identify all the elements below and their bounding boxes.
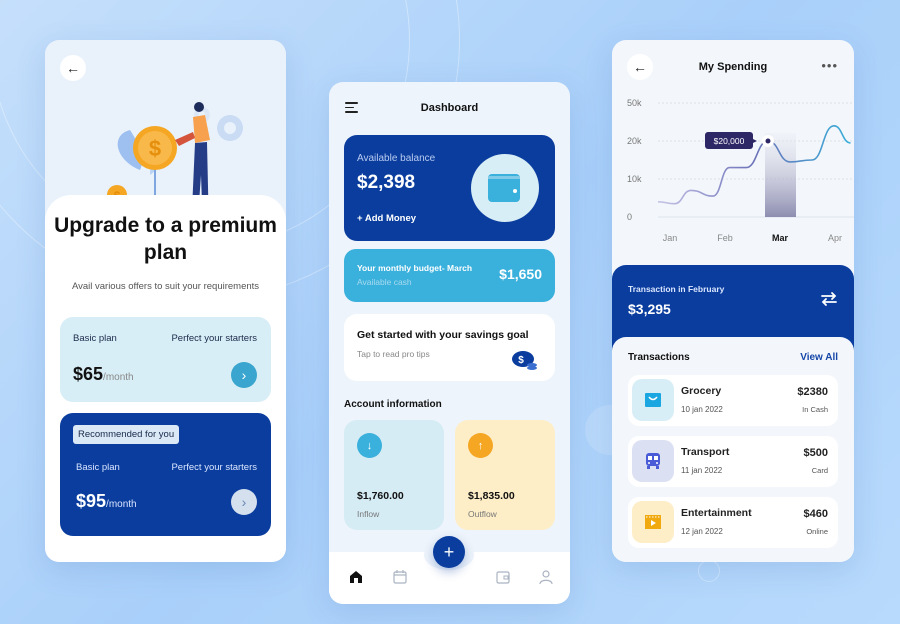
page-title: Dashboard <box>420 102 479 114</box>
plan-sheet: Upgrade to a premium plan Avail various … <box>45 195 286 562</box>
arrow-left-icon: ← <box>66 60 80 76</box>
svg-text:$: $ <box>149 136 161 161</box>
piggy-bank-icon: $ <box>512 351 537 370</box>
x-tick-label: Jan <box>663 233 678 243</box>
swap-icon[interactable] <box>820 290 838 308</box>
plan-card-recommended[interactable]: Recommended for you Basic plan Perfect y… <box>60 413 271 536</box>
x-tick-label: Feb <box>717 233 733 243</box>
y-tick-label: 20k <box>627 136 642 146</box>
y-tick-label: 50k <box>627 98 642 108</box>
balance-card[interactable]: Available balance $2,398 + Add Money <box>344 135 555 241</box>
page-title: Upgrade to a premium plan <box>54 214 277 264</box>
balance-value: $2,398 <box>357 172 416 193</box>
svg-text:$: $ <box>518 355 524 366</box>
transaction-method: In Cash <box>802 405 828 414</box>
page-subtitle: Avail various offers to suit your requir… <box>71 281 260 292</box>
savings-goal-card[interactable]: Get started with your savings goal Tap t… <box>344 314 555 381</box>
spending-chart: 0 10k 20k 50k Jan Feb Mar Apr $20,000 <box>627 98 854 243</box>
plus-icon: + <box>357 213 365 224</box>
recommended-badge: Recommended for you <box>73 425 180 444</box>
transaction-method: Online <box>806 527 828 536</box>
x-tick-label: Apr <box>828 233 842 243</box>
transaction-row[interactable]: Entertainment 12 jan 2022 $460 Online <box>628 497 838 548</box>
summary-value: $3,295 <box>628 301 671 317</box>
upgrade-plan-screen: ← $ $ Upgrade to a premium plan Avail va… <box>45 40 286 562</box>
dashboard-screen: Dashboard Available balance $2,398 + Add… <box>329 82 570 604</box>
outflow-card[interactable]: ↑ $1,835.00 Outflow <box>455 420 555 530</box>
transaction-name: Entertainment <box>681 507 752 519</box>
chevron-right-icon: › <box>241 367 247 383</box>
transaction-row[interactable]: Transport 11 jan 2022 $500 Card <box>628 436 838 487</box>
inflow-card[interactable]: ↓ $1,760.00 Inflow <box>344 420 444 530</box>
plan-name: Basic plan <box>76 462 120 473</box>
arrow-down-icon: ↓ <box>357 433 382 458</box>
transaction-method: Card <box>811 466 828 475</box>
add-money-button[interactable]: + Add Money <box>357 213 416 224</box>
transaction-name: Grocery <box>681 385 722 397</box>
inflow-label: Inflow <box>357 509 380 519</box>
transaction-amount: $2380 <box>797 386 828 398</box>
transaction-name: Transport <box>681 446 730 458</box>
section-title: Transactions <box>628 352 690 363</box>
wallet-icon <box>471 154 539 222</box>
home-icon[interactable] <box>348 569 364 585</box>
section-title: Account information <box>344 399 442 410</box>
y-tick-label: 10k <box>627 174 642 184</box>
transaction-date: 11 jan 2022 <box>681 466 723 475</box>
gear-icon <box>217 115 243 141</box>
inflow-value: $1,760.00 <box>357 490 404 502</box>
plan-price: $65/month <box>73 364 134 384</box>
select-plan-button[interactable]: › <box>231 489 257 515</box>
balance-label: Available balance <box>357 153 436 164</box>
y-tick-label: 0 <box>627 212 632 222</box>
outflow-value: $1,835.00 <box>468 490 515 502</box>
more-options-icon[interactable]: ••• <box>821 58 838 73</box>
arrow-up-icon: ↑ <box>468 433 493 458</box>
budget-subtitle: Available cash <box>357 277 412 287</box>
transaction-row[interactable]: Grocery 10 jan 2022 $2380 In Cash <box>628 375 838 426</box>
transaction-date: 10 jan 2022 <box>681 405 723 414</box>
spending-screen: ← My Spending ••• 0 10k 20k 50k Jan Feb Mar Apr… <box>612 40 854 562</box>
budget-value: $1,650 <box>499 266 542 282</box>
profile-icon[interactable] <box>538 569 554 585</box>
back-button[interactable]: ← <box>60 55 86 81</box>
x-tick-label: Mar <box>772 233 789 243</box>
plan-name: Basic plan <box>73 333 117 344</box>
plan-description: Perfect your starters <box>171 333 257 344</box>
transaction-date: 12 jan 2022 <box>681 527 723 536</box>
tooltip-pointer <box>753 139 757 143</box>
outflow-label: Outflow <box>468 509 497 519</box>
chevron-right-icon: › <box>241 494 247 510</box>
bus-icon <box>632 440 674 482</box>
plan-card-basic[interactable]: Basic plan Perfect your starters $65/mon… <box>60 317 271 402</box>
background-ring <box>698 560 720 582</box>
transactions-panel: Transactions View All Grocery 10 jan 202… <box>612 337 854 562</box>
summary-label: Transaction in February <box>628 284 725 294</box>
shopping-bag-icon <box>632 379 674 421</box>
savings-subtitle: Tap to read pro tips <box>357 349 430 359</box>
transaction-amount: $500 <box>803 447 828 459</box>
clapperboard-icon <box>632 501 674 543</box>
page-title: My Spending <box>698 61 768 73</box>
highlight-marker-dot <box>765 138 771 144</box>
monthly-budget-card[interactable]: Your monthly budget- March Available cas… <box>344 249 555 302</box>
select-plan-button[interactable]: › <box>231 362 257 388</box>
view-all-link[interactable]: View All <box>800 352 838 363</box>
plan-price: $95/month <box>76 491 137 511</box>
tooltip-label: $20,000 <box>714 136 745 146</box>
add-button[interactable]: + <box>433 536 465 568</box>
savings-title: Get started with your savings goal <box>357 329 529 341</box>
plan-description: Perfect your starters <box>171 462 257 473</box>
transaction-amount: $460 <box>803 508 828 520</box>
budget-title: Your monthly budget- March <box>357 263 473 273</box>
series-line <box>657 124 851 205</box>
calendar-icon[interactable] <box>392 569 408 585</box>
wallet-nav-icon[interactable] <box>495 569 511 585</box>
